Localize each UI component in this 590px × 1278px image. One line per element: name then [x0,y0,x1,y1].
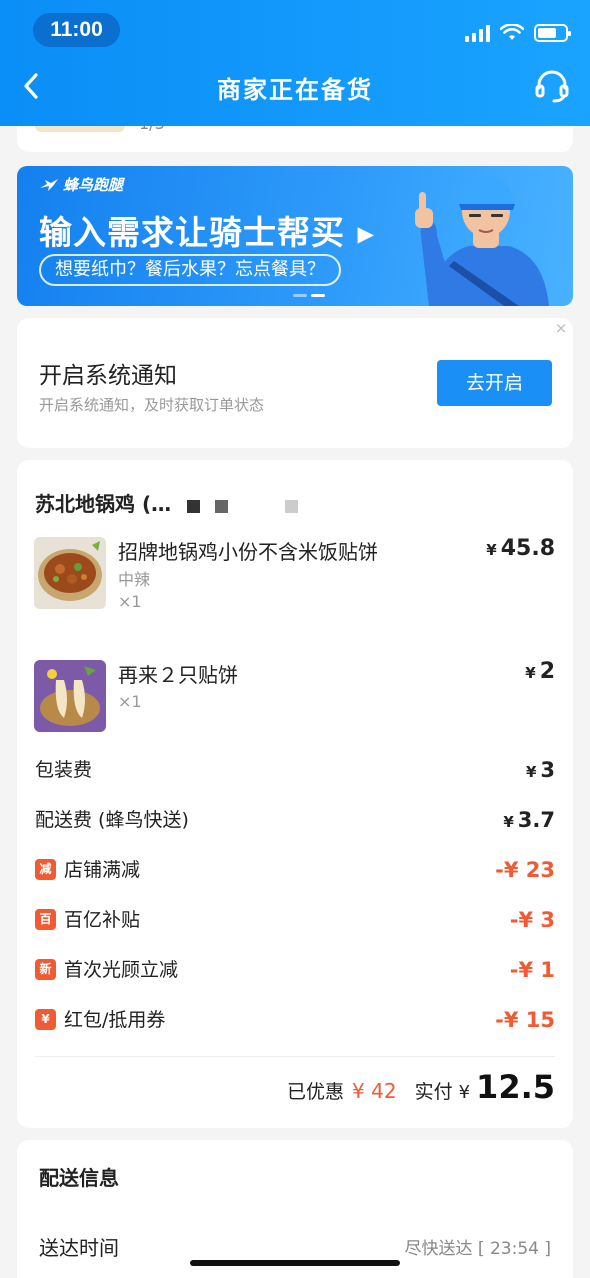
wifi-icon [500,24,524,40]
banner-headline: 输入需求让骑士帮买 ▸ [39,213,376,252]
delivery-fee-row: 配送费 (蜂鸟快送) ¥3.7 [35,805,555,835]
fee-label: 配送费 (蜂鸟快送) [35,809,189,831]
banner-brand-label: 蜂鸟跑腿 [63,176,124,194]
notification-subtitle: 开启系统通知，及时获取订单状态 [39,396,265,414]
signal-icon [465,24,490,42]
page-title: 商家正在备货 [217,76,373,104]
item-name: 招牌地锅鸡小份不含米饭贴饼 [118,540,378,564]
paid-amount: 12.5 [476,1068,555,1106]
discount-label: 店铺满减 [64,859,141,881]
delivery-title: 配送信息 [39,1166,119,1190]
flatbread-icon [34,660,106,732]
header-bar: 11:00 商家正在备货 [0,0,590,126]
battery-icon [534,24,571,42]
item-price: ¥45.8 [486,536,555,561]
customer-service-icon[interactable] [532,66,572,106]
promo-banner[interactable]: 蜂鸟跑腿 输入需求让骑士帮买 ▸ 想要纸巾？餐后水果？忘点餐具？ [17,166,573,306]
item-price: ¥2 [525,659,555,684]
item-quantity: ×1 [118,592,142,611]
enable-notification-button[interactable]: 去开启 [437,360,552,406]
order-summary: 已优惠 ¥ 42 实付 ¥ 12.5 [287,1068,555,1112]
discount-label: 红包/抵用券 [64,1009,166,1031]
notification-title: 开启系统通知 [39,363,177,389]
redaction-mark [285,500,298,513]
packaging-fee-row: 包装费 ¥3 [35,755,555,785]
hummingbird-icon [40,178,58,191]
discount-value: -¥ 15 [495,1008,555,1032]
home-indicator[interactable] [190,1260,400,1266]
discount-row-subsidy: 百 百亿补贴 -¥ 3 [35,905,555,935]
item-image[interactable] [34,537,106,609]
status-time: 11:00 [33,13,120,47]
discount-label: 百亿补贴 [64,909,141,931]
banner-tagline: 想要纸巾？餐后水果？忘点餐具？ [39,254,341,286]
notification-card: × 开启系统通知 开启系统通知，及时获取订单状态 去开启 [17,318,573,448]
close-icon[interactable]: × [553,320,569,336]
fee-value: ¥3.7 [503,808,555,832]
dish-icon [34,537,106,609]
discount-badge: ¥ [35,1009,56,1030]
paid-label: 实付 [414,1081,453,1103]
fee-value: ¥3 [525,758,555,782]
redaction-mark [215,500,228,513]
saved-amount: ¥ 42 [352,1079,397,1103]
item-spec: 中辣 [118,570,151,589]
fee-label: 包装费 [35,759,93,781]
discount-badge: 减 [35,859,56,880]
discount-value: -¥ 3 [509,908,555,932]
discount-row-store: 减 店铺满减 -¥ 23 [35,855,555,885]
delivery-time-label: 送达时间 [39,1236,119,1260]
paid-currency: ¥ [458,1082,471,1103]
discount-label: 首次光顾立减 [64,959,179,981]
discount-badge: 百 [35,909,56,930]
divider [35,1056,555,1057]
banner-brand: 蜂鸟跑腿 [39,174,123,195]
item-quantity: ×1 [118,692,142,711]
item-name: 再来２只贴饼 [118,663,238,687]
shop-name[interactable]: 苏北地锅鸡 (… [35,488,171,517]
discount-value: -¥ 1 [509,958,555,982]
delivery-info-card: 配送信息 送达时间 尽快送达 [ 23:54 ] [17,1140,573,1278]
order-detail-card: 苏北地锅鸡 (… 招牌地锅鸡小份不含米饭贴饼 中辣 ×1 ¥45.8 再来２只贴… [17,460,573,1128]
discount-badge: 新 [35,959,56,980]
redaction-mark [187,500,200,513]
discount-row-new-customer: 新 首次光顾立减 -¥ 1 [35,955,555,985]
rider-illustration [415,176,549,306]
item-image[interactable] [34,660,106,732]
saved-label: 已优惠 [287,1081,345,1103]
status-icons [465,22,571,44]
delivery-time-value: 尽快送达 [ 23:54 ] [404,1239,551,1259]
discount-row-coupon: ¥ 红包/抵用券 -¥ 15 [35,1005,555,1035]
discount-value: -¥ 23 [495,858,555,882]
carousel-dots [293,294,325,297]
